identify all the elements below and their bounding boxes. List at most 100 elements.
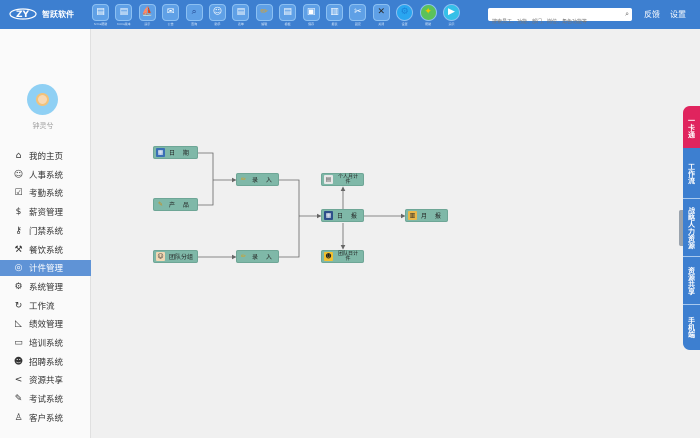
toolbar-button-label: 固定 xyxy=(354,22,361,26)
toolbar-button-2[interactable]: ⛵ xyxy=(138,4,156,21)
sidebar-item-label: 门禁系统 xyxy=(29,226,64,237)
piecework-flow-diagram: ▦ 日 期 ✎ 产 品 ☺ 团队分组 ✏ 录 入 ✏ 录 入 ▤ 个人月计件 ▦… xyxy=(92,29,682,438)
team-icon: ☺ xyxy=(156,252,165,261)
toolbar-button-1[interactable]: ▤ xyxy=(115,4,133,21)
people-icon: ☺ xyxy=(13,169,24,180)
sidebar-item-5[interactable]: ⚒ 餐饮系统 xyxy=(0,242,91,258)
avatar[interactable] xyxy=(27,84,58,115)
save-icon: ▣ xyxy=(306,7,316,17)
ship-icon: ⛵ xyxy=(141,7,153,17)
sidebar-item-12[interactable]: < 资源共享 xyxy=(0,372,91,388)
search-icon: ⌕ xyxy=(191,7,197,17)
sidebar-item-4[interactable]: ⚷ 门禁系统 xyxy=(0,223,91,239)
key-icon: ⚷ xyxy=(15,225,22,236)
node-chanpin[interactable]: ✎ 产 品 xyxy=(153,198,198,211)
node-luru-1[interactable]: ✏ 录 入 xyxy=(236,173,279,186)
connector-chanpin-luru xyxy=(198,180,214,206)
sidebar-item-8[interactable]: ↻ 工作流 xyxy=(0,298,91,314)
feedback-link[interactable]: 反馈 xyxy=(644,9,660,20)
calendar-icon: ▦ xyxy=(324,211,333,220)
toolbar-button-11[interactable]: ✂ xyxy=(349,4,367,21)
sidebar-item-0[interactable]: ⌂ 我的主页 xyxy=(0,148,91,164)
sidebar-item-label: 系统管理 xyxy=(29,282,64,293)
close-icon: ✕ xyxy=(377,7,386,17)
search-box[interactable]: ⌕ xyxy=(488,8,632,29)
sidebar-item-14[interactable]: ♙ 客户系统 xyxy=(0,410,91,426)
toolbar-button-label: 助手 xyxy=(214,22,221,26)
node-tuandui[interactable]: ☺ 团队分组 xyxy=(153,250,198,263)
sidebar-item-7[interactable]: ⚙ 系统管理 xyxy=(0,279,91,295)
top-bar: ZY 智跃软件 ▤ hrms帮助 ▤ hrms版本 ⛵ 演示 ✉ 公告 ⌕ 查询 ☺ 助手 ▤ 表单 ✏ 编辑… xyxy=(0,0,700,29)
toolbar-button-label: 帮助 xyxy=(425,22,432,26)
sidebar-item-11[interactable]: ☻ 招聘系统 xyxy=(0,354,91,370)
tab-yikatong[interactable]: 一卡通 xyxy=(683,106,700,148)
product-icon: ✎ xyxy=(157,201,164,208)
toolbar-button-9[interactable]: ▣ xyxy=(302,4,320,21)
node-geren-yue-jijian[interactable]: ▤ 个人月计件 xyxy=(321,173,364,186)
sidebar-item-1[interactable]: ☺ 人事系统 xyxy=(0,167,91,183)
sidebar-item-label: 餐饮系统 xyxy=(29,245,64,256)
sidebar-item-label: 计件管理 xyxy=(29,264,64,275)
tab-strategic-hr[interactable]: 战略人力资源 xyxy=(683,198,700,256)
toolbar-button-4[interactable]: ⌕ xyxy=(185,4,203,21)
toolbar-button-5[interactable]: ☺ xyxy=(209,4,226,21)
toolbar-button-8[interactable]: ▤ xyxy=(279,4,297,21)
toolbar-button-15[interactable]: ▶ xyxy=(443,4,460,21)
sidebar-item-label: 我的主页 xyxy=(29,152,64,162)
pencil-icon: ✏ xyxy=(240,253,247,260)
toolbar-button-label: 关闭 xyxy=(378,22,385,26)
sidebar-item-2[interactable]: ☑ 考勤系统 xyxy=(0,185,91,201)
search-input[interactable] xyxy=(492,15,620,29)
toolbar-button-10[interactable]: ▥ xyxy=(326,4,343,21)
document-icon: ▤ xyxy=(96,7,105,17)
sidebar-item-10[interactable]: ▭ 培训系统 xyxy=(0,335,91,351)
robot-icon: ☺ xyxy=(212,7,223,17)
toolbar-button-label: 查询 xyxy=(191,22,198,26)
toolbar-button-label: 编辑 xyxy=(261,22,268,26)
tab-resource-share[interactable]: 资源共享 xyxy=(683,256,700,304)
node-yuebao[interactable]: ▥ 月 报 xyxy=(405,209,448,222)
toolbar-button-0[interactable]: ▤ xyxy=(92,4,109,21)
sidebar-item-label: 工作流 xyxy=(29,301,55,312)
toolbar-button-label: 报表 xyxy=(331,22,338,26)
calendar-icon: ▦ xyxy=(156,148,165,157)
gear-icon: ⚙ xyxy=(14,281,23,292)
connector-luru1-ribao xyxy=(279,179,300,216)
toolbar-button-13[interactable]: ⚙ xyxy=(396,4,414,21)
team-icon: ☻ xyxy=(324,252,333,261)
toolbar-button-3[interactable]: ✉ xyxy=(162,4,180,21)
flow-connectors xyxy=(198,152,406,260)
node-ribao[interactable]: ▦ 日 报 xyxy=(321,209,364,222)
sidebar-item-6[interactable]: ◎ 计件管理 xyxy=(0,260,91,277)
sidebar-item-label: 考试系统 xyxy=(29,395,64,406)
workflow-icon: ↻ xyxy=(14,300,23,311)
node-riqi[interactable]: ▦ 日 期 xyxy=(153,146,198,159)
connector-riqi-luru xyxy=(198,152,214,180)
toolbar-button-6[interactable]: ▤ xyxy=(232,4,250,21)
sidebar-item-label: 人事系统 xyxy=(29,170,64,181)
monitor-icon: ▭ xyxy=(14,338,23,348)
brand-name: 智跃软件 xyxy=(42,10,74,19)
play-icon: ▶ xyxy=(448,7,455,17)
piecework-icon: ◎ xyxy=(14,263,23,274)
sidebar: 钟灵兮 ⌂ 我的主页 ☺ 人事系统 ☑ 考勤系统 $ 薪资管理 ⚷ 门禁系统 ⚒ 餐饮系统 ◎ 计件管理 ⚙… xyxy=(0,29,91,438)
settings-link[interactable]: 设置 xyxy=(670,9,686,20)
toolbar-button-7[interactable]: ✏ xyxy=(255,4,273,21)
node-tuandui-ri-jijian[interactable]: ☻ 团队日计件 xyxy=(321,250,364,263)
clipboard-icon: ▥ xyxy=(330,7,339,17)
toolbar-button-label: 演示 xyxy=(448,22,455,26)
sidebar-item-3[interactable]: $ 薪资管理 xyxy=(0,204,91,220)
toolbar-button-14[interactable]: ✦ xyxy=(419,4,437,21)
toolbar-button-label: hrms版本 xyxy=(117,22,131,26)
sidebar-item-label: 绩效管理 xyxy=(29,320,64,331)
sidebar-item-13[interactable]: ✎ 考试系统 xyxy=(0,391,91,407)
document-icon: ▤ xyxy=(236,7,246,17)
node-luru-2[interactable]: ✏ 录 入 xyxy=(236,250,279,263)
sidebar-item-9[interactable]: ◺ 绩效管理 xyxy=(0,316,91,332)
toolbar-button-12[interactable]: ✕ xyxy=(372,4,390,21)
report-icon: ▥ xyxy=(408,211,417,220)
tab-mobile[interactable]: 手机端 xyxy=(683,304,700,350)
tab-workflow[interactable]: 工作流 xyxy=(683,148,700,198)
search-icon[interactable]: ⌕ xyxy=(625,10,629,19)
sidebar-item-label: 培训系统 xyxy=(29,339,64,349)
